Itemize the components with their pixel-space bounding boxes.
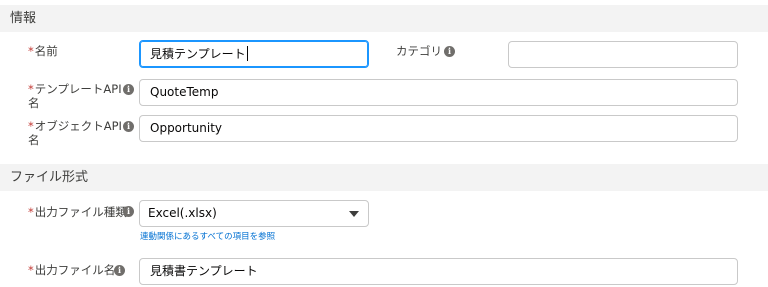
category-input[interactable] (508, 41, 738, 68)
template-api-name-input[interactable]: QuoteTemp (139, 79, 738, 106)
section-title-file-format: ファイル形式 (10, 170, 89, 185)
info-icon[interactable]: i (123, 84, 134, 95)
output-file-name-label: *出力ファイル名 (28, 263, 116, 277)
required-marker: * (28, 44, 34, 58)
name-label: *名前 (28, 44, 58, 58)
object-api-name-input[interactable]: Opportunity (139, 115, 738, 142)
section-header-info: 情報 (0, 5, 768, 32)
field-dependency-link[interactable]: 連動関係にあるすべての項目を参照 (140, 230, 275, 242)
output-file-type-select[interactable]: Excel(.xlsx) (139, 200, 369, 227)
category-label: カテゴリ (396, 44, 442, 58)
text-cursor (246, 46, 248, 61)
info-icon[interactable]: i (123, 121, 134, 132)
output-file-type-label: *出力ファイル種類 (28, 205, 127, 219)
section-header-file-format: ファイル形式 (0, 164, 768, 191)
info-icon[interactable]: i (123, 206, 134, 217)
chevron-down-icon (349, 211, 359, 217)
name-input[interactable]: 見積テンプレート (139, 40, 369, 68)
info-icon[interactable]: i (444, 46, 455, 57)
object-api-name-label: *オブジェクトAPI 名 (28, 119, 122, 147)
output-file-name-input[interactable]: 見積書テンプレート (139, 258, 738, 285)
template-api-name-label: *テンプレートAPI 名 (28, 82, 122, 110)
section-title-info: 情報 (10, 11, 37, 26)
info-icon[interactable]: i (114, 265, 125, 276)
